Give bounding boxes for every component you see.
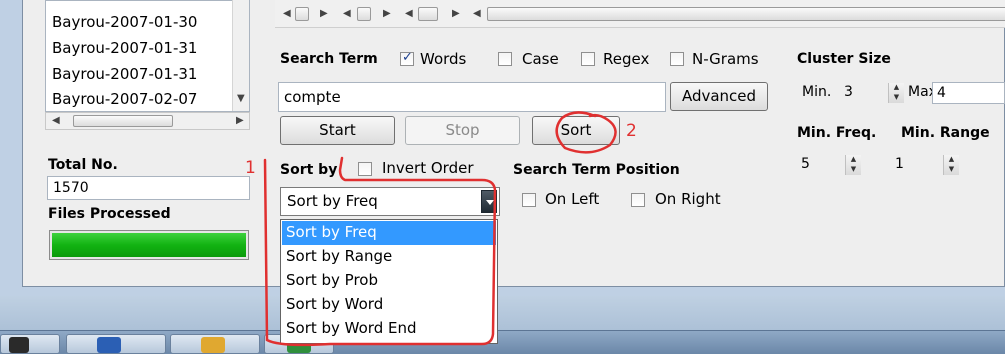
red-annotation-marks	[263, 111, 617, 347]
